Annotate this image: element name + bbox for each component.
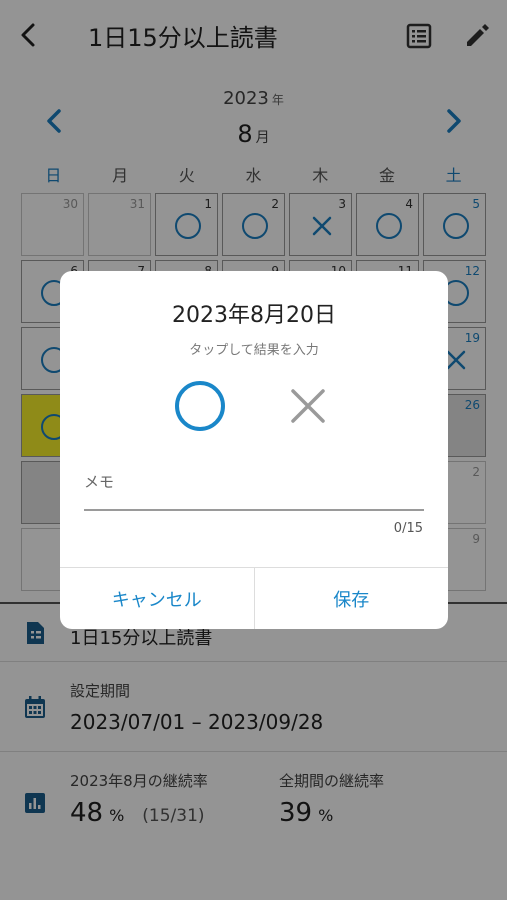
- memo-underline: [84, 509, 424, 511]
- memo-label: メモ: [84, 473, 115, 491]
- save-button[interactable]: 保存: [255, 568, 449, 629]
- cancel-button[interactable]: キャンセル: [60, 568, 254, 629]
- result-input-dialog: 2023年8月20日 タップして結果を入力 メモ 0/15 キャンセル 保存: [60, 271, 448, 629]
- dialog-date: 2023年8月20日: [172, 303, 336, 328]
- circle-result-button[interactable]: [175, 381, 225, 431]
- memo-input[interactable]: [84, 491, 424, 509]
- dialog-actions: キャンセル 保存: [60, 567, 448, 629]
- cross-icon: [291, 389, 325, 423]
- cross-result-button[interactable]: [288, 386, 328, 426]
- dialog-hint: タップして結果を入力: [189, 343, 319, 358]
- memo-char-counter: 0/15: [393, 521, 423, 536]
